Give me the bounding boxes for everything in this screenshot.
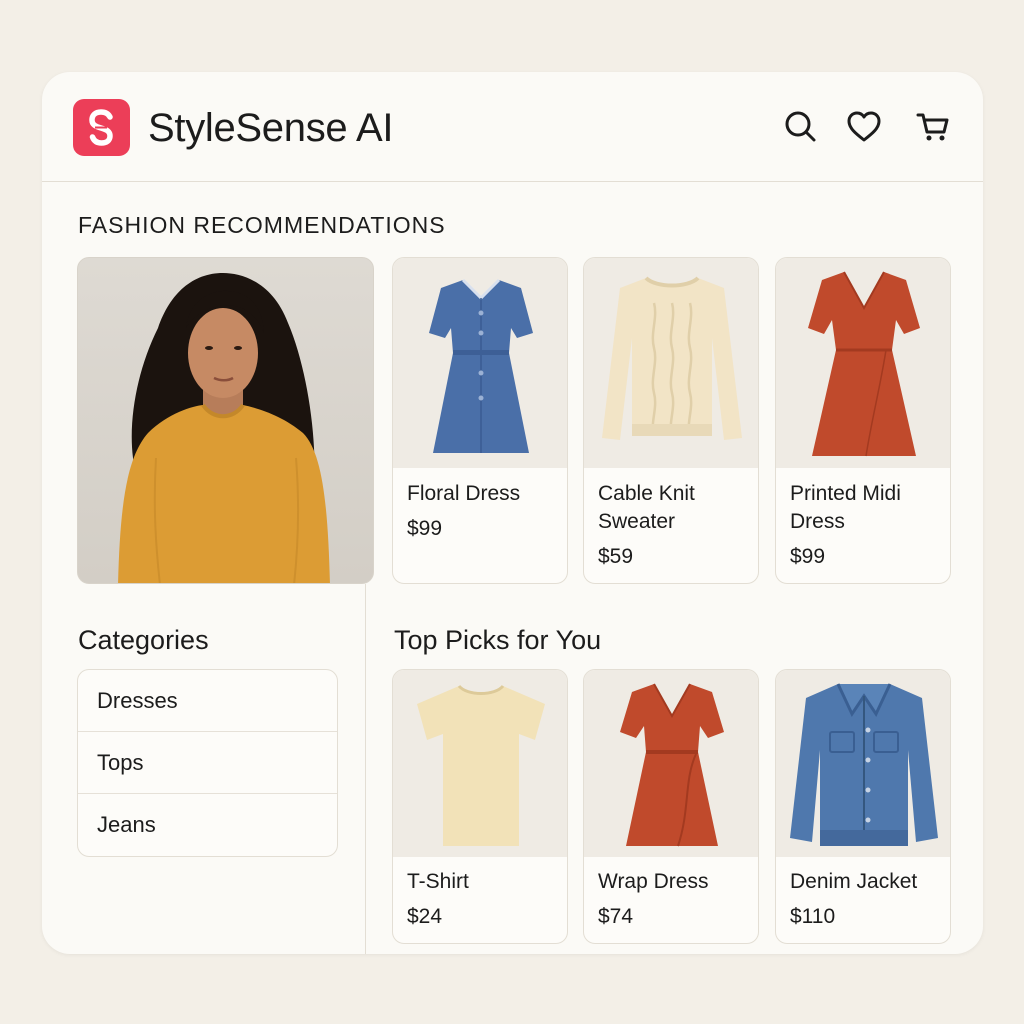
- cart-icon[interactable]: [914, 108, 952, 146]
- product-card-floral-dress[interactable]: Floral Dress $99: [392, 257, 568, 584]
- logo-s-icon: [89, 109, 113, 146]
- product-name: Cable Knit Sweater: [598, 482, 695, 533]
- product-name: Denim Jacket: [790, 870, 918, 893]
- product-price: $24: [407, 905, 443, 928]
- recommendations-heading: FASHION RECOMMENDATIONS: [78, 212, 446, 238]
- heart-icon[interactable]: [845, 108, 883, 146]
- top-picks-heading: Top Picks for You: [394, 625, 602, 655]
- product-card-denim-jacket[interactable]: Denim Jacket $110: [775, 669, 951, 944]
- category-item-dresses[interactable]: Dresses: [78, 670, 337, 732]
- product-card-wrap-dress[interactable]: Wrap Dress $74: [583, 669, 759, 944]
- product-name: Wrap Dress: [598, 870, 709, 893]
- product-image-blue-dress: [393, 258, 567, 468]
- product-card-printed-midi-dress[interactable]: Printed Midi Dress $99: [775, 257, 951, 584]
- product-price: $99: [790, 545, 826, 568]
- model-photo: [77, 257, 374, 584]
- product-image-cream-sweater: [584, 258, 758, 468]
- product-image-tshirt: [393, 670, 567, 857]
- product-card-t-shirt[interactable]: T-Shirt $24: [392, 669, 568, 944]
- product-name: Printed Midi Dress: [790, 482, 901, 533]
- product-price: $59: [598, 545, 634, 568]
- product-price: $74: [598, 905, 634, 928]
- column-divider: [365, 584, 366, 954]
- categories-list: Dresses Tops Jeans: [77, 669, 338, 857]
- product-price: $110: [790, 905, 836, 928]
- product-image-denim-jacket: [776, 670, 950, 857]
- categories-heading: Categories: [78, 625, 209, 655]
- product-image-wrap-dress: [584, 670, 758, 857]
- product-price: $99: [407, 517, 443, 540]
- header: StyleSense AI: [42, 72, 983, 182]
- category-item-jeans[interactable]: Jeans: [78, 794, 337, 856]
- product-card-cable-knit-sweater[interactable]: Cable Knit Sweater $59: [583, 257, 759, 584]
- product-image-red-dress: [776, 258, 950, 468]
- product-name: T-Shirt: [407, 870, 469, 893]
- app-logo[interactable]: [73, 99, 130, 156]
- product-name: Floral Dress: [407, 482, 521, 505]
- category-item-tops[interactable]: Tops: [78, 732, 337, 794]
- app-title: StyleSense AI: [148, 106, 394, 150]
- app-window: StyleSense AI FASHION RECOMMENDATIONS Fl…: [42, 72, 983, 954]
- search-icon[interactable]: [782, 108, 820, 146]
